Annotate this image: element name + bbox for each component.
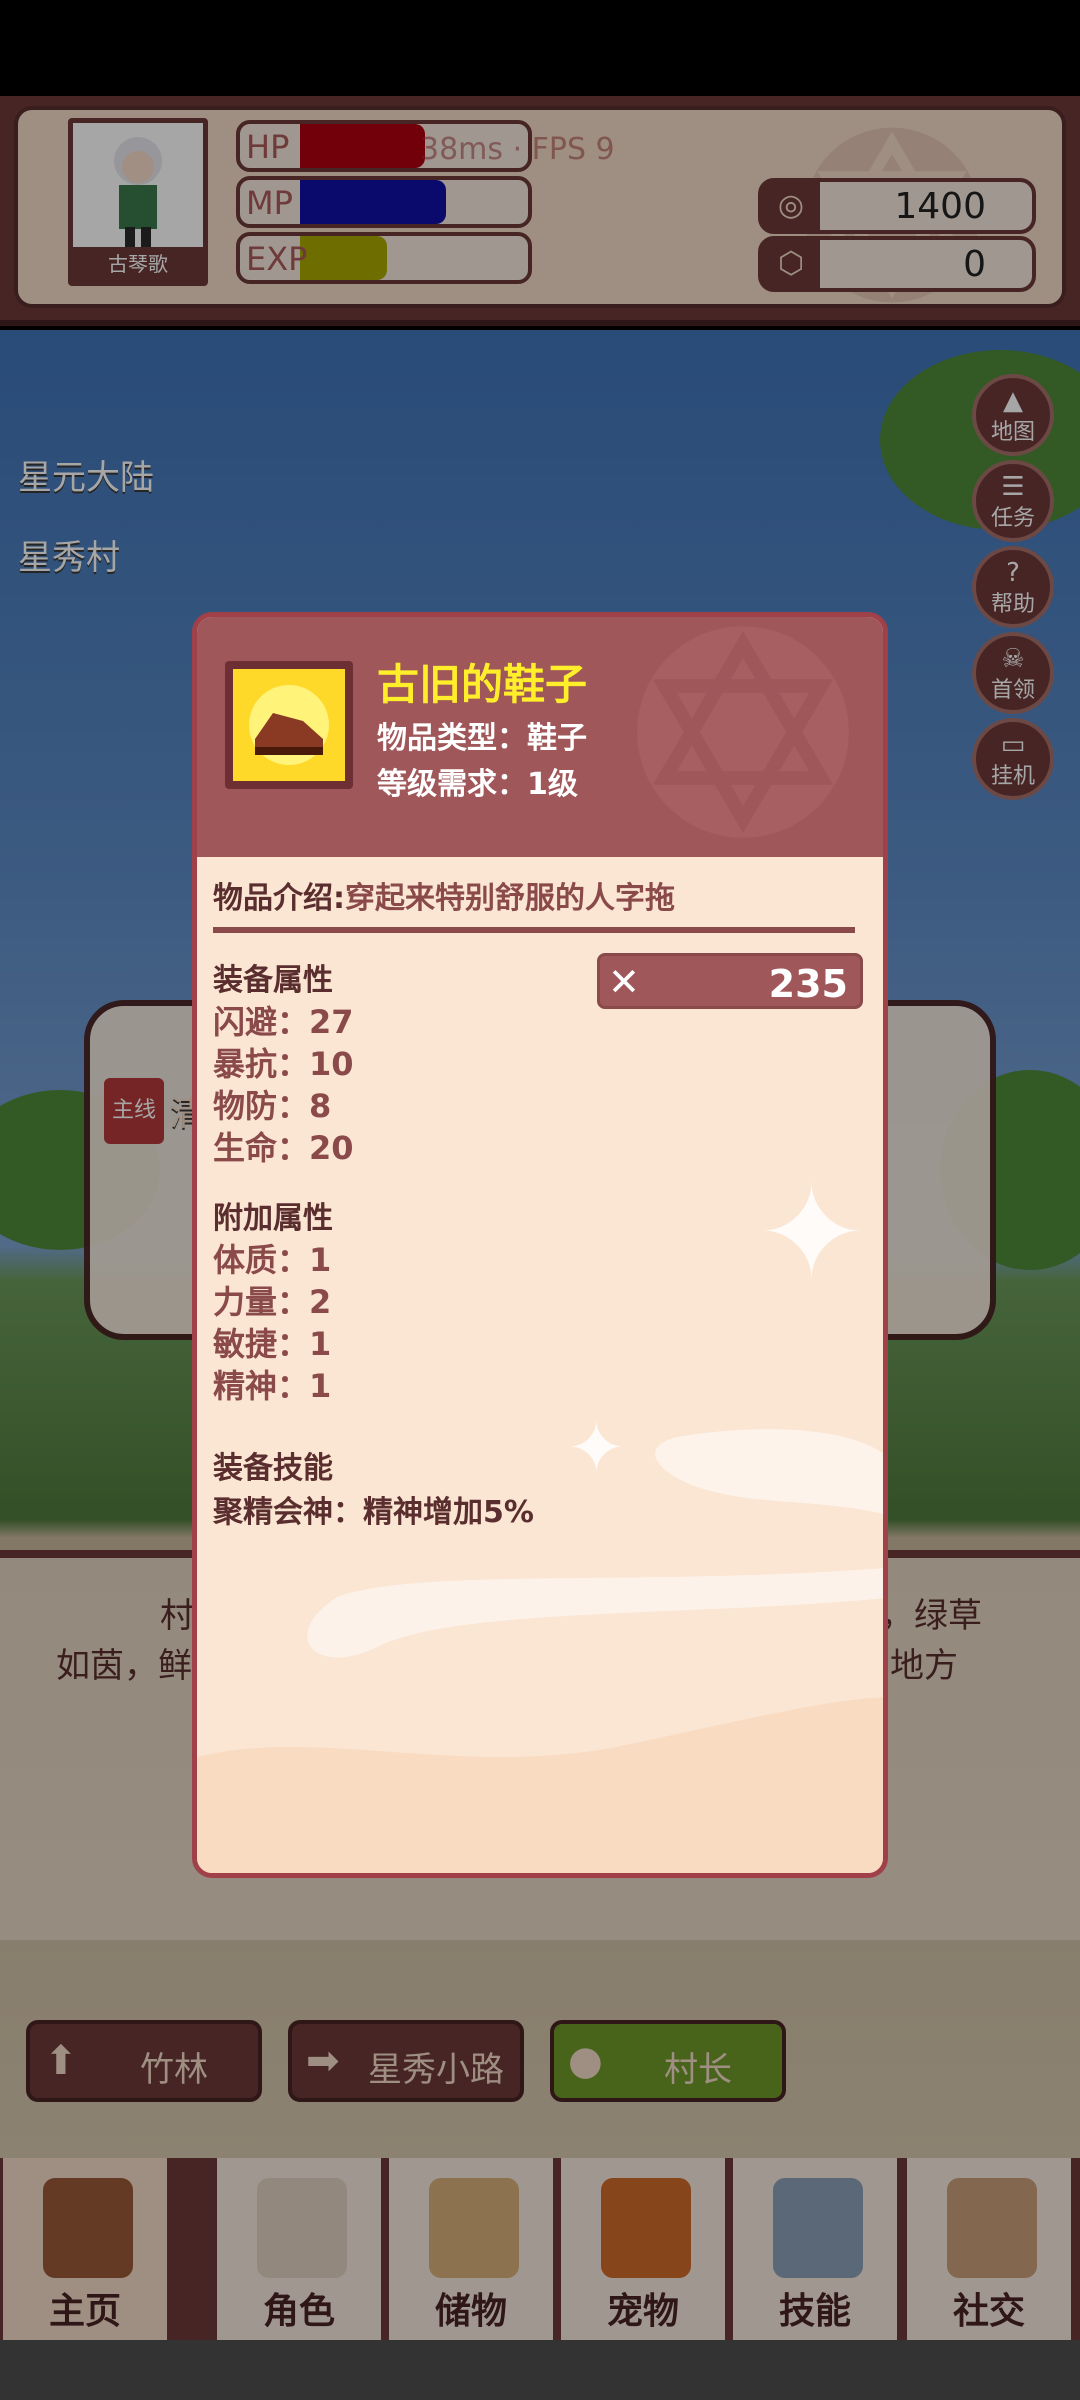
equip-attributes-title: 装备属性 xyxy=(213,963,333,998)
extra-stat: 敏捷：1 xyxy=(213,1325,332,1363)
swirl-decoration xyxy=(197,1429,883,1873)
item-name: 古旧的鞋子 xyxy=(377,660,588,709)
intro-label: 物品介绍: xyxy=(213,881,345,916)
equip-stat: 闪避：27 xyxy=(213,1003,354,1041)
exp-label: EXP xyxy=(246,240,308,278)
status-bar xyxy=(0,0,1080,96)
mp-label: MP xyxy=(246,184,293,222)
navigation-bar-area xyxy=(0,2340,1080,2400)
sparkle-icon: ✦ xyxy=(757,1157,866,1309)
equip-stat: 暴抗：10 xyxy=(213,1045,354,1083)
item-icon-frame xyxy=(225,661,353,789)
intro-value: 穿起来特别舒服的人字拖 xyxy=(345,881,675,916)
combat-power-value: 235 xyxy=(768,962,848,1006)
extra-stat: 体质：1 xyxy=(213,1241,332,1279)
star-emblem-icon xyxy=(637,626,849,838)
extra-stat: 力量：2 xyxy=(213,1283,332,1321)
hp-label: HP xyxy=(246,128,290,166)
shoe-icon xyxy=(233,669,345,781)
extra-attributes-title: 附加属性 xyxy=(213,1201,333,1236)
item-type: 物品类型：鞋子 xyxy=(377,721,587,756)
item-detail-dialog: 古旧的鞋子 物品类型：鞋子 等级需求：1级 物品介绍:穿起来特别舒服的人字拖 ✕… xyxy=(192,612,888,1878)
crossed-swords-icon: ✕ xyxy=(608,960,640,1004)
item-introduction: 物品介绍:穿起来特别舒服的人字拖 xyxy=(213,873,855,933)
item-level-requirement: 等级需求：1级 xyxy=(377,767,578,802)
equip-stat: 生命：20 xyxy=(213,1129,354,1167)
item-header: 古旧的鞋子 物品类型：鞋子 等级需求：1级 xyxy=(197,617,883,857)
equip-stat: 物防：8 xyxy=(213,1087,332,1125)
combat-power-badge: ✕ 235 xyxy=(597,953,863,1009)
